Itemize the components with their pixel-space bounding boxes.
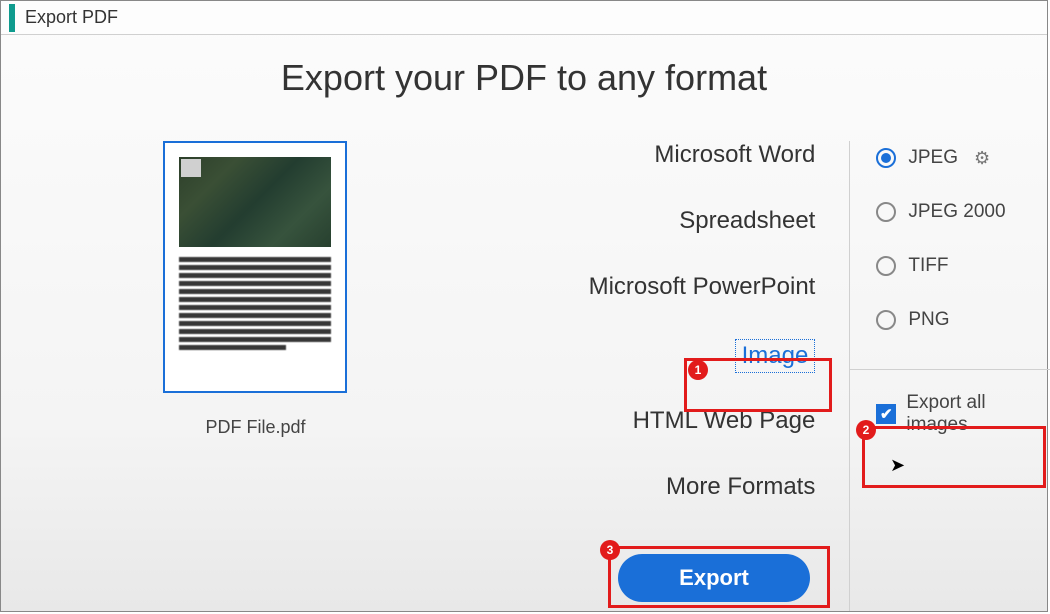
format-image[interactable]: Image: [735, 339, 816, 373]
format-powerpoint[interactable]: Microsoft PowerPoint: [589, 273, 816, 301]
export-button[interactable]: Export: [618, 554, 810, 602]
export-all-images-label: Export all images: [906, 392, 1047, 436]
radio-icon: [876, 310, 896, 330]
option-jpeg[interactable]: JPEG ⚙: [876, 147, 1047, 169]
export-all-images-checkbox[interactable]: ✔ Export all images: [876, 392, 1047, 436]
pdf-thumbnail-text: [179, 257, 331, 350]
format-more[interactable]: More Formats: [666, 473, 815, 501]
radio-icon: [876, 256, 896, 276]
gear-icon[interactable]: ⚙: [974, 148, 990, 169]
title-accent: [9, 4, 15, 32]
export-button-label: Export: [679, 565, 749, 591]
annotation-badge-2: 2: [856, 420, 876, 440]
format-word[interactable]: Microsoft Word: [654, 141, 815, 169]
cursor-icon: ➤: [890, 455, 905, 476]
radio-selected-icon: [876, 148, 896, 168]
annotation-badge-1: 1: [688, 360, 708, 380]
format-html[interactable]: HTML Web Page: [633, 407, 816, 435]
option-jpeg2000[interactable]: JPEG 2000: [876, 201, 1047, 223]
divider: [850, 369, 1050, 370]
radio-icon: [876, 202, 896, 222]
pdf-filename: PDF File.pdf: [205, 417, 305, 438]
option-png[interactable]: PNG: [876, 309, 1047, 331]
window-title: Export PDF: [25, 7, 118, 28]
annotation-badge-3: 3: [600, 540, 620, 560]
pdf-thumbnail[interactable]: [163, 141, 347, 393]
option-png-label: PNG: [908, 309, 949, 331]
option-tiff[interactable]: TIFF: [876, 255, 1047, 277]
pdf-thumbnail-image: [179, 157, 331, 247]
option-tiff-label: TIFF: [908, 255, 948, 277]
title-bar: Export PDF: [1, 1, 1047, 35]
option-jpeg-label: JPEG: [908, 147, 958, 169]
format-spreadsheet[interactable]: Spreadsheet: [679, 207, 815, 235]
option-jpeg2000-label: JPEG 2000: [908, 201, 1005, 223]
page-heading: Export your PDF to any format: [1, 57, 1047, 99]
checkbox-checked-icon: ✔: [876, 404, 896, 424]
